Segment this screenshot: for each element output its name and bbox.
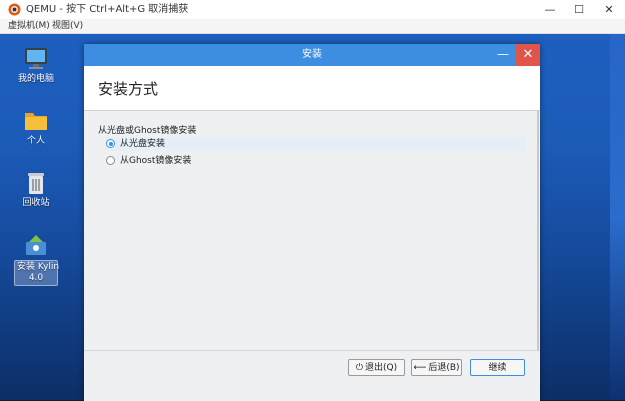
dialog-footer: ⏻ 退出(Q) ⟵ 后退(B) 继续 <box>84 350 540 401</box>
radio-selected-icon[interactable] <box>106 139 115 148</box>
installer-icon <box>26 235 46 255</box>
qemu-titlebar: QEMU - 按下 Ctrl+Alt+G 取消捕获 — ☐ ✕ <box>0 0 625 20</box>
page-title: 安装方式 <box>98 80 159 98</box>
content-scrollbar[interactable] <box>537 111 539 351</box>
dialog-title: 安装 <box>302 49 322 60</box>
window-minimize-button[interactable]: — <box>535 0 565 19</box>
quit-button-label: 退出(Q) <box>365 363 398 373</box>
dialog-titlebar[interactable]: 安装 — ✕ <box>84 44 540 66</box>
desktop-icon-label: 我的电脑 <box>17 74 54 84</box>
section-label: 从光盘或Ghost镜像安装 <box>98 126 197 136</box>
folder-icon <box>25 113 47 130</box>
computer-icon <box>25 48 47 69</box>
option-label: 从光盘安装 <box>120 139 166 149</box>
menu-view[interactable]: 视图(V) <box>52 19 83 33</box>
window-maximize-button[interactable]: ☐ <box>564 0 594 19</box>
window-title: QEMU - 按下 Ctrl+Alt+G 取消捕获 <box>26 4 189 15</box>
desktop-icon-label-line2: 4.0 <box>28 273 44 283</box>
option-install-from-disc[interactable]: 从光盘安装 <box>105 137 527 151</box>
back-button-label: 后退(B) <box>428 363 460 373</box>
desktop-icon-label: 回收站 <box>22 198 50 208</box>
desktop-icon-install-kylin[interactable]: 安装 Kylin 4.0 <box>14 232 60 286</box>
menubar: 虚拟机(M) 视图(V) <box>0 19 625 34</box>
qemu-logo-icon <box>8 3 21 16</box>
desktop-icon-label-line1: 安装 Kylin <box>17 262 60 272</box>
menu-machine[interactable]: 虚拟机(M) <box>8 19 50 33</box>
desktop-edge <box>610 34 625 400</box>
desktop-icon-label: 安装 Kylin 4.0 <box>14 260 60 286</box>
installer-dialog: 安装 — ✕ 安装方式 从光盘或Ghost镜像安装 从光盘安装 从Ghost镜像… <box>84 44 540 401</box>
desktop-icon-label: 个人 <box>26 136 45 146</box>
desktop-icon-my-computer[interactable]: 我的电脑 <box>14 46 58 85</box>
option-install-from-ghost[interactable]: 从Ghost镜像安装 <box>105 154 527 168</box>
arrow-left-icon: ⟵ <box>413 363 427 373</box>
desktop-icon-trash[interactable]: 回收站 <box>14 170 58 209</box>
power-icon: ⏻ <box>355 363 363 373</box>
option-label: 从Ghost镜像安装 <box>120 156 192 166</box>
back-button[interactable]: ⟵ 后退(B) <box>411 359 462 376</box>
desktop-icon-personal[interactable]: 个人 <box>14 108 58 147</box>
radio-unselected-icon[interactable] <box>106 156 115 165</box>
dialog-header: 安装方式 <box>84 66 540 111</box>
dialog-close-button[interactable]: ✕ <box>516 44 540 66</box>
window-close-button[interactable]: ✕ <box>594 0 624 19</box>
next-button-label: 继续 <box>488 363 507 373</box>
trash-icon <box>28 173 44 194</box>
quit-button[interactable]: ⏻ 退出(Q) <box>348 359 405 376</box>
next-button[interactable]: 继续 <box>470 359 525 376</box>
dialog-minimize-button[interactable]: — <box>492 44 514 66</box>
